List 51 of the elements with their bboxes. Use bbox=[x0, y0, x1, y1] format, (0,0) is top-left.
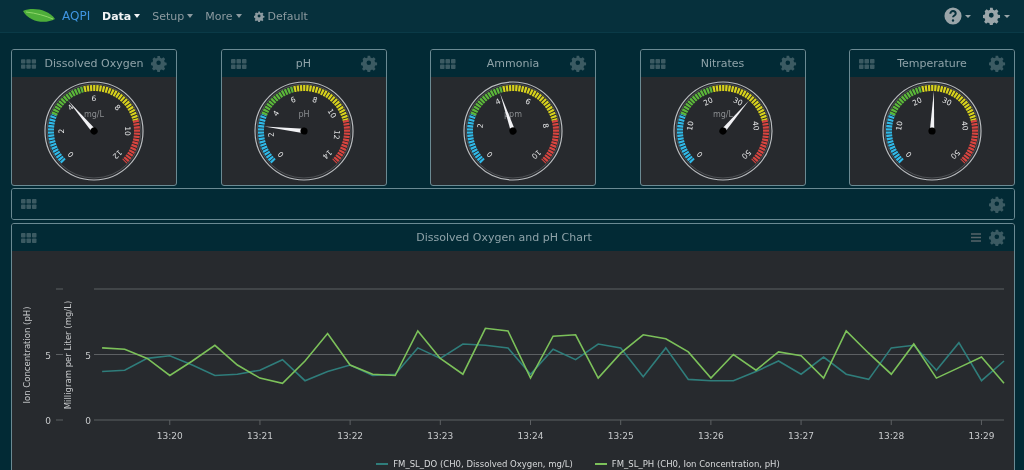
x-tick-label: 13:24 bbox=[517, 431, 544, 441]
legend-label[interactable]: FM_SL_DO (CH0, Dissolved Oxygen, mg/L) bbox=[393, 459, 573, 469]
x-tick-label: 13:23 bbox=[427, 431, 454, 441]
y-tick-label: 0 bbox=[45, 416, 51, 426]
settings-icon[interactable] bbox=[779, 55, 797, 72]
gauge-title: Temperature bbox=[896, 57, 968, 70]
drag-handle-icon[interactable] bbox=[21, 232, 37, 243]
settings-icon[interactable] bbox=[151, 55, 168, 72]
y-tick-label: 5 bbox=[85, 350, 91, 361]
drag-handle-icon[interactable] bbox=[440, 58, 456, 69]
gear-icon bbox=[253, 10, 265, 22]
gauge-unit: mg/L bbox=[712, 110, 733, 119]
gauge-title: pH bbox=[294, 57, 313, 70]
menu-item[interactable]: More bbox=[205, 9, 242, 23]
drag-handle-icon[interactable] bbox=[859, 58, 875, 69]
x-tick-label: 13:29 bbox=[968, 431, 995, 441]
gauge-title: Nitrates bbox=[699, 57, 746, 70]
x-tick-label: 13:27 bbox=[788, 431, 815, 441]
brand-name[interactable]: AQPI bbox=[62, 9, 91, 23]
settings-icon[interactable] bbox=[989, 229, 1006, 246]
menu-item[interactable]: Default bbox=[253, 9, 308, 23]
x-tick-label: 13:25 bbox=[607, 431, 634, 441]
y-axis-title: Milligram per Liter (mg/L) bbox=[63, 300, 73, 410]
x-tick-label: 13:26 bbox=[697, 431, 724, 441]
settings-icon[interactable] bbox=[570, 55, 587, 72]
drag-handle-icon[interactable] bbox=[230, 58, 247, 69]
gauge-title: Dissolved Oxygen bbox=[44, 57, 144, 70]
x-tick-label: 13:20 bbox=[156, 431, 183, 441]
chart-title: Dissolved Oxygen and pH Chart bbox=[415, 231, 593, 244]
leaf-icon bbox=[22, 8, 56, 24]
legend-label[interactable]: FM_SL_PH (CH0, Ion Concentration, pH) bbox=[611, 459, 780, 469]
gauge-title: Ammonia bbox=[485, 57, 541, 70]
drag-handle-icon[interactable] bbox=[21, 199, 37, 209]
gauge-unit: mg/L bbox=[84, 110, 104, 119]
help-menu-button[interactable] bbox=[942, 7, 973, 25]
settings-icon[interactable] bbox=[989, 195, 1006, 213]
settings-menu-button[interactable] bbox=[981, 7, 1012, 25]
y-tick-label: 0 bbox=[85, 416, 91, 426]
gauge-unit: pH bbox=[297, 110, 310, 119]
drag-handle-icon[interactable] bbox=[21, 58, 37, 69]
x-tick-label: 13:28 bbox=[878, 431, 905, 441]
drag-handle-icon[interactable] bbox=[649, 58, 666, 69]
settings-icon[interactable] bbox=[989, 55, 1006, 72]
y-axis-title: Ion Concentration (pH) bbox=[22, 306, 32, 404]
x-tick-label: 13:22 bbox=[337, 431, 364, 441]
menu-icon[interactable] bbox=[971, 233, 981, 242]
y-tick-label: 5 bbox=[45, 350, 51, 361]
menu-item[interactable]: Data bbox=[102, 9, 141, 23]
settings-icon[interactable] bbox=[360, 55, 378, 72]
x-tick-label: 13:21 bbox=[247, 431, 273, 441]
menu-item[interactable]: Setup bbox=[152, 9, 194, 23]
